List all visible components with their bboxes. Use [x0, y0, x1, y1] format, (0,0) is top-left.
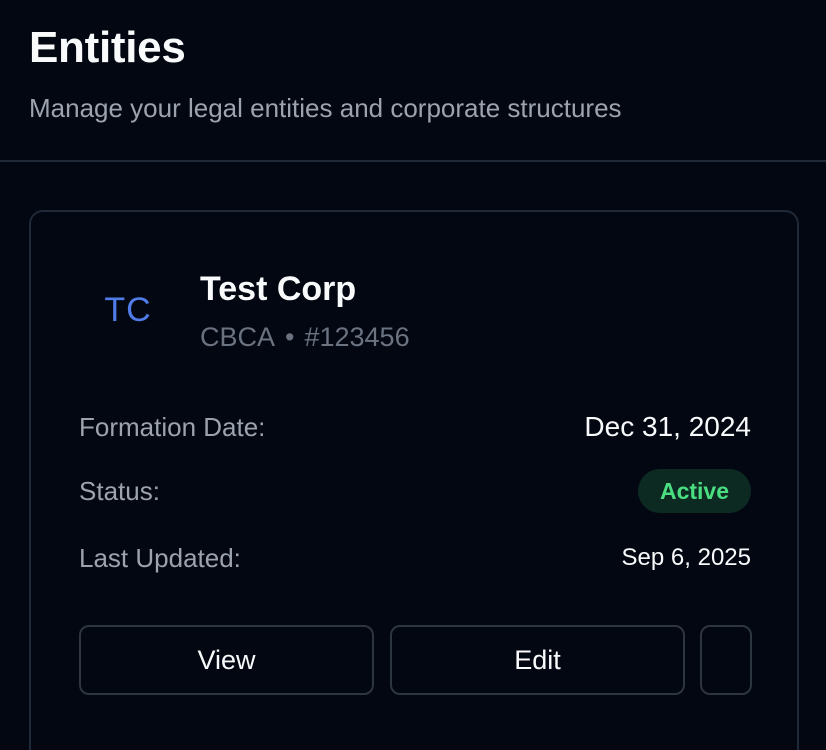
meta-separator: •	[285, 322, 295, 352]
formation-date-label: Formation Date:	[79, 411, 266, 442]
status-label: Status:	[79, 475, 160, 506]
entity-jurisdiction: CBCA	[200, 322, 276, 352]
entity-avatar: TC	[104, 290, 152, 329]
view-button[interactable]: View	[79, 625, 374, 695]
entity-number: #123456	[304, 322, 410, 352]
entity-name: Test Corp	[200, 270, 357, 308]
entity-card: TC Test Corp CBCA • #123456 Formation Da…	[29, 210, 799, 750]
formation-date-value: Dec 31, 2024	[584, 411, 751, 442]
last-updated-label: Last Updated:	[79, 542, 241, 573]
last-updated-row: Last Updated: Sep 6, 2025	[79, 536, 751, 580]
page-title: Entities	[29, 23, 186, 72]
last-updated-value: Sep 6, 2025	[621, 544, 751, 571]
page-subtitle: Manage your legal entities and corporate…	[29, 93, 622, 123]
entity-meta: CBCA • #123456	[200, 319, 410, 355]
formation-date-row: Formation Date: Dec 31, 2024	[79, 405, 751, 449]
page-header: Entities Manage your legal entities and …	[0, 0, 826, 162]
status-badge: Active	[637, 469, 751, 513]
edit-button[interactable]: Edit	[390, 625, 685, 695]
more-actions-button[interactable]	[700, 625, 752, 695]
status-row: Status: Active	[79, 468, 751, 514]
entities-page: Entities Manage your legal entities and …	[0, 0, 826, 750]
